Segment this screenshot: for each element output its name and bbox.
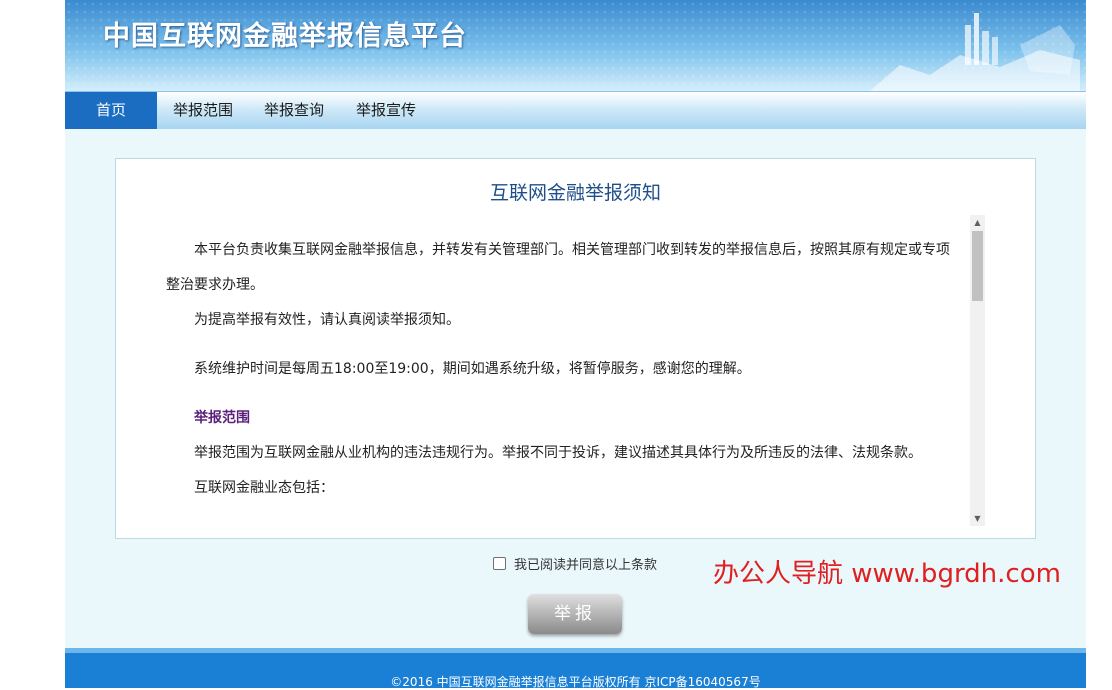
notice-scrollbar[interactable]: ▲ ▼ xyxy=(970,215,985,526)
agreement-label: 我已阅读并同意以上条款 xyxy=(514,557,658,573)
notice-paragraph: 互联网金融业态包括： xyxy=(194,480,334,496)
scroll-up-arrow-icon[interactable]: ▲ xyxy=(970,215,985,230)
notice-panel: 互联网金融举报须知 本平台负责收集互联网金融举报信息，并转发有关管理部门。相关管… xyxy=(115,158,1036,539)
notice-title: 互联网金融举报须知 xyxy=(489,182,661,204)
scrollbar-thumb[interactable] xyxy=(972,231,983,301)
submit-report-button[interactable]: 举报 xyxy=(528,594,622,634)
notice-scroll-area[interactable]: 本平台负责收集互联网金融举报信息，并转发有关管理部门。相关管理部门收到转发的举报… xyxy=(166,233,962,527)
notice-paragraph: 为提高举报有效性，请认真阅读举报须知。 xyxy=(194,312,460,328)
nav-item-report-scope[interactable]: 举报范围 xyxy=(157,92,249,129)
agreement-checkbox-row[interactable]: 我已阅读并同意以上条款 xyxy=(493,553,657,573)
notice-paragraph: 本平台负责收集互联网金融举报信息，并转发有关管理部门。相关管理部门收到转发的举报… xyxy=(166,242,950,293)
notice-paragraph: 举报范围为互联网金融从业机构的违法违规行为。举报不同于投诉，建议描述其具体行为及… xyxy=(194,445,922,461)
city-skyline-image xyxy=(870,13,1080,91)
nav-item-home[interactable]: 首页 xyxy=(65,92,157,129)
notice-paragraph: 系统维护时间是每周五18:00至19:00，期间如遇系统升级，将暂停服务，感谢您… xyxy=(194,361,751,377)
site-title: 中国互联网金融举报信息平台 xyxy=(103,21,467,52)
main-nav: 首页 举报范围 举报查询 举报宣传 xyxy=(65,91,1086,129)
site-banner: 中国互联网金融举报信息平台 xyxy=(65,0,1086,91)
scroll-down-arrow-icon[interactable]: ▼ xyxy=(970,511,985,526)
watermark-text: 办公人导航 www.bgrdh.com xyxy=(713,559,1061,589)
nav-item-report-query[interactable]: 举报查询 xyxy=(249,92,339,129)
site-footer: ©2016 中国互联网金融举报信息平台版权所有 京ICP备16040567号 xyxy=(65,648,1086,689)
footer-copyright: ©2016 中国互联网金融举报信息平台版权所有 京ICP备16040567号 xyxy=(390,675,761,689)
section-heading-report-scope: 举报范围 xyxy=(194,410,250,426)
agreement-checkbox[interactable] xyxy=(493,556,506,570)
nav-item-report-publicity[interactable]: 举报宣传 xyxy=(339,92,433,129)
